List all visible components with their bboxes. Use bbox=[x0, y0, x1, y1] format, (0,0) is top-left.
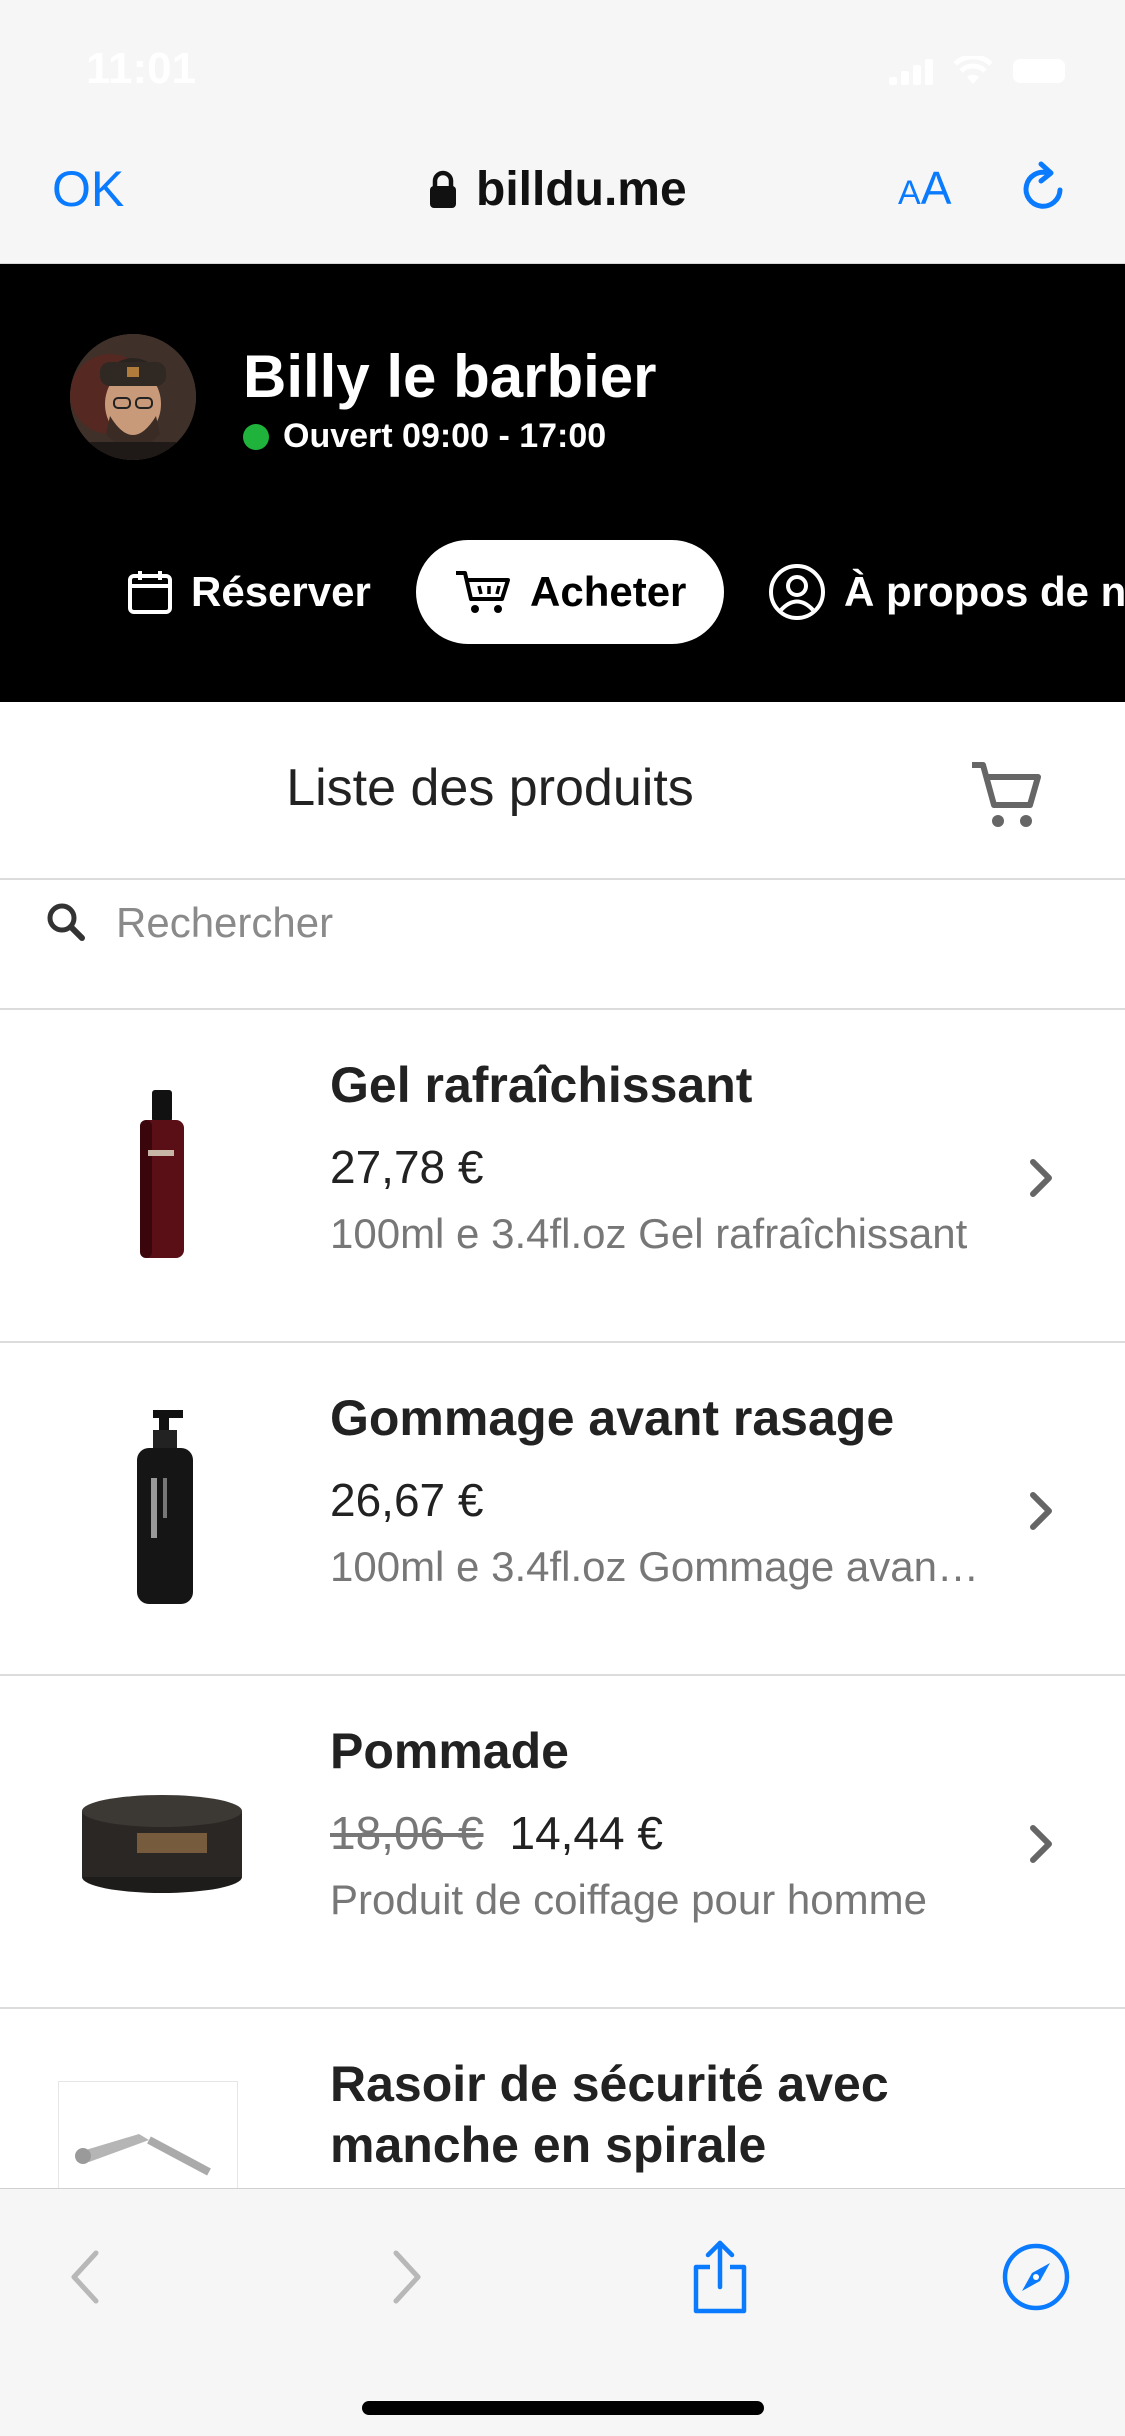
tab-reserver[interactable]: Réserver bbox=[127, 540, 371, 644]
share-icon bbox=[693, 2240, 747, 2314]
page-title: Liste des produits bbox=[286, 759, 694, 817]
product-name: Rasoir de sécurité avec manche en spiral… bbox=[330, 2056, 889, 2173]
product-list: Gel rafraîchissant 27,78 € 100ml e 3.4fl… bbox=[0, 1010, 1125, 2190]
search-icon bbox=[47, 903, 85, 941]
battery-icon bbox=[1013, 59, 1065, 83]
opening-status: Ouvert 09:00 - 17:00 bbox=[243, 417, 606, 456]
back-button[interactable] bbox=[46, 2237, 126, 2317]
list-item[interactable]: Rasoir de sécurité avec manche en spiral… bbox=[0, 2009, 1125, 2190]
sale-price: 14,44 € bbox=[509, 1807, 663, 1859]
text-size-button[interactable]: AA bbox=[898, 165, 951, 211]
compass-button[interactable] bbox=[996, 2237, 1076, 2317]
chevron-left-icon bbox=[71, 2250, 99, 2304]
nav-tabs: Réserver Acheter À propos de n bbox=[0, 540, 1125, 644]
product-name: Gel rafraîchissant bbox=[330, 1057, 753, 1113]
url-text: billdu.me bbox=[476, 163, 687, 216]
calendar-icon bbox=[128, 571, 172, 614]
list-item[interactable]: Gommage avant rasage 26,67 € 100ml e 3.4… bbox=[0, 1343, 1125, 1676]
wifi-icon bbox=[953, 56, 993, 84]
tab-acheter[interactable]: Acheter bbox=[416, 540, 725, 644]
lock-icon bbox=[430, 170, 456, 208]
product-description: Produit de coiffage pour homme bbox=[330, 1876, 927, 1923]
business-name: Billy le barbier bbox=[243, 343, 657, 410]
search-input[interactable] bbox=[116, 888, 1076, 958]
original-price: 18,06 € bbox=[330, 1807, 484, 1859]
status-time: 11:01 bbox=[86, 44, 197, 93]
forward-button[interactable] bbox=[366, 2237, 446, 2317]
chevron-right-icon bbox=[393, 2250, 421, 2304]
product-description: 100ml e 3.4fl.oz Gommage avant rasage bbox=[330, 1543, 990, 1590]
address-bar[interactable]: billdu.me bbox=[428, 162, 687, 217]
cart-icon bbox=[456, 571, 510, 613]
search-bar bbox=[0, 880, 1125, 1010]
compass-icon bbox=[1002, 2243, 1070, 2311]
avatar bbox=[70, 334, 196, 460]
user-circle-icon bbox=[769, 564, 825, 620]
chevron-right-icon bbox=[1030, 1492, 1052, 1530]
list-item[interactable]: Pommade 18,06 € 14,44 € Produit de coiff… bbox=[0, 1676, 1125, 2009]
done-button[interactable]: OK bbox=[52, 160, 124, 218]
opening-hours: Ouvert 09:00 - 17:00 bbox=[283, 417, 607, 455]
tab-a-propos[interactable]: À propos de n bbox=[768, 540, 1125, 644]
open-status-dot bbox=[243, 423, 269, 450]
share-button[interactable] bbox=[680, 2237, 760, 2317]
product-list-header: Liste des produits bbox=[0, 702, 1125, 880]
status-icons bbox=[889, 56, 1065, 86]
signal-icon bbox=[889, 57, 933, 85]
product-image bbox=[58, 2081, 238, 2190]
product-description: 100ml e 3.4fl.oz Gel rafraîchissant bbox=[330, 1210, 968, 1257]
home-indicator bbox=[362, 2401, 764, 2415]
business-header: Billy le barbier Ouvert 09:00 - 17:00 Ré… bbox=[0, 264, 1125, 702]
browser-top-bar: 11:01 OK billdu.me AA bbox=[0, 0, 1125, 264]
cart-icon[interactable] bbox=[968, 757, 1044, 833]
product-name: Gommage avant rasage bbox=[330, 1390, 895, 1446]
list-item[interactable]: Gel rafraîchissant 27,78 € 100ml e 3.4fl… bbox=[0, 1010, 1125, 1343]
browser-bottom-bar bbox=[0, 2188, 1125, 2436]
product-image bbox=[52, 1716, 272, 1966]
product-price: 27,78 € bbox=[330, 1141, 484, 1193]
product-name: Pommade bbox=[330, 1723, 569, 1779]
reload-icon[interactable] bbox=[1015, 158, 1075, 218]
product-price: 18,06 € 14,44 € bbox=[330, 1806, 663, 1860]
product-image bbox=[52, 1383, 272, 1633]
product-image bbox=[52, 1050, 272, 1300]
chevron-right-icon bbox=[1030, 1159, 1052, 1197]
chevron-right-icon bbox=[1030, 1825, 1052, 1863]
product-price: 26,67 € bbox=[330, 1474, 484, 1526]
